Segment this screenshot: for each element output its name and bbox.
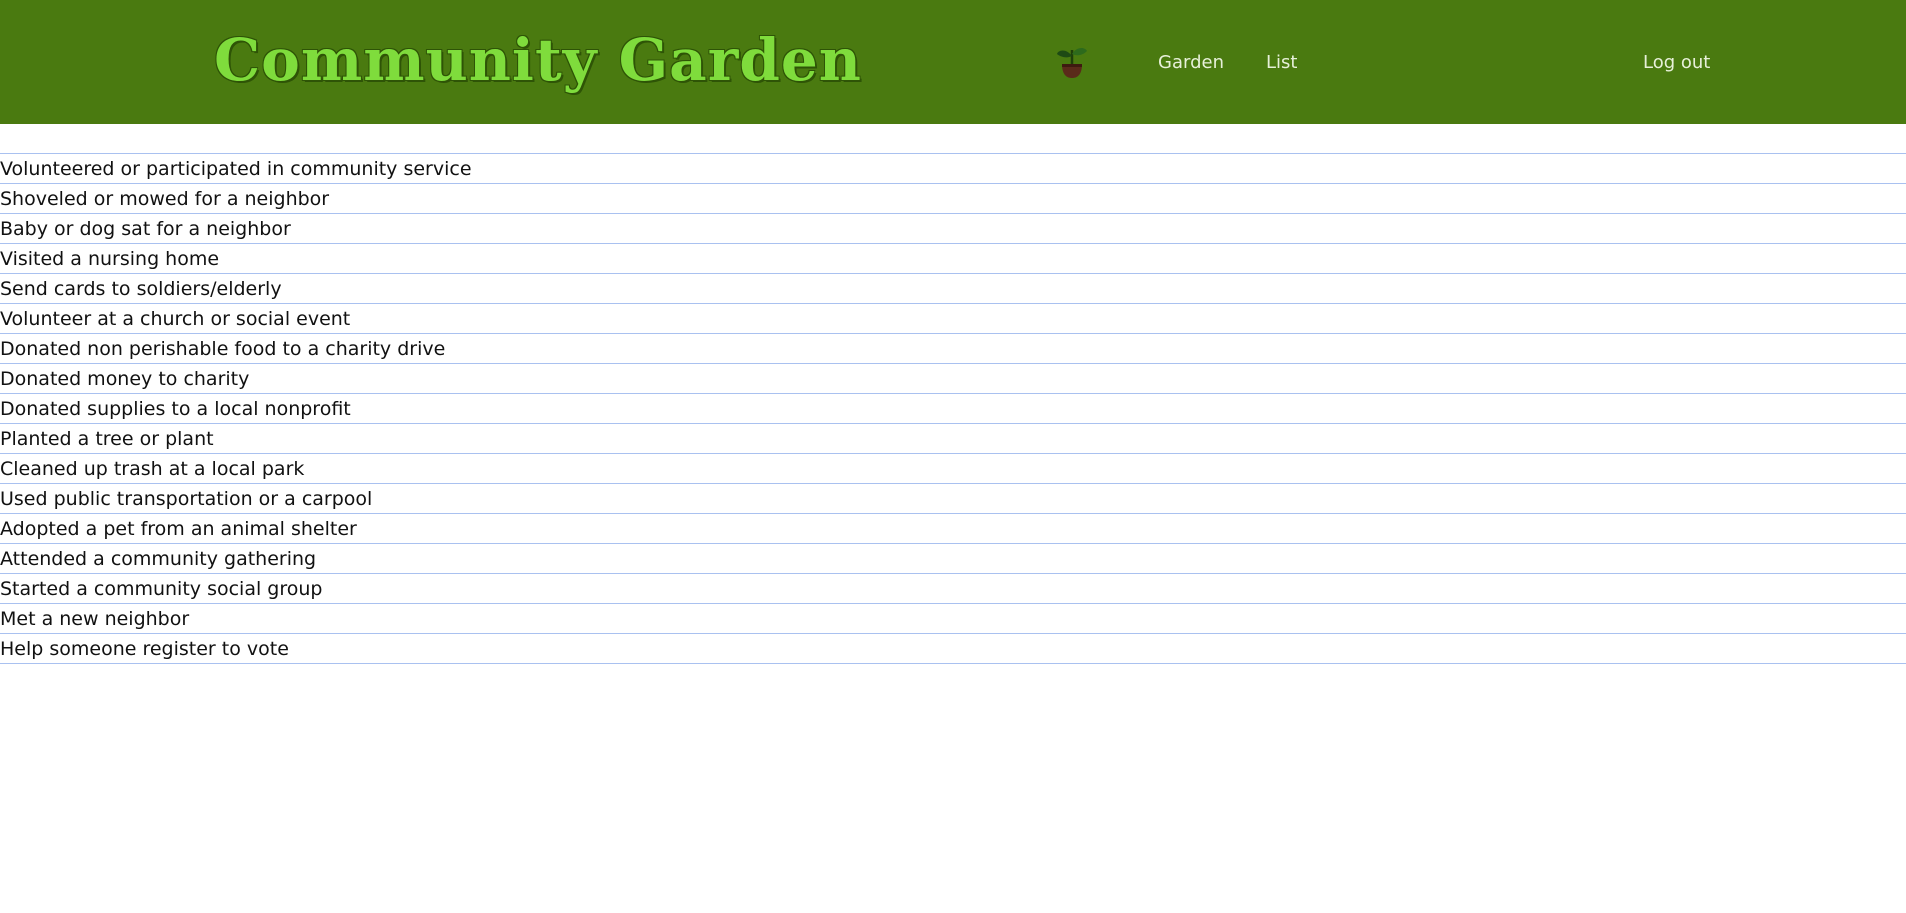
- list-item[interactable]: Donated non perishable food to a charity…: [0, 334, 1906, 364]
- list-item[interactable]: Attended a community gathering: [0, 544, 1906, 574]
- list-item[interactable]: Used public transportation or a carpool: [0, 484, 1906, 514]
- list-item[interactable]: Shoveled or mowed for a neighbor: [0, 184, 1906, 214]
- list-item[interactable]: Volunteered or participated in community…: [0, 154, 1906, 184]
- list-item[interactable]: Adopted a pet from an animal shelter: [0, 514, 1906, 544]
- logout-link[interactable]: Log out: [1643, 52, 1710, 73]
- good-deeds-list: Volunteered or participated in community…: [0, 153, 1906, 664]
- list-item[interactable]: Planted a tree or plant: [0, 424, 1906, 454]
- list-item[interactable]: Donated money to charity: [0, 364, 1906, 394]
- list-item[interactable]: Visited a nursing home: [0, 244, 1906, 274]
- sprout-pot-icon: [1057, 47, 1087, 78]
- top-header: Community Garden Garden List Log out: [0, 0, 1906, 124]
- nav-list-link[interactable]: List: [1266, 52, 1297, 73]
- list-item[interactable]: Started a community social group: [0, 574, 1906, 604]
- list-item[interactable]: Donated supplies to a local nonprofit: [0, 394, 1906, 424]
- list-item[interactable]: Baby or dog sat for a neighbor: [0, 214, 1906, 244]
- site-logo[interactable]: Community Garden: [214, 26, 862, 94]
- list-item[interactable]: Volunteer at a church or social event: [0, 304, 1906, 334]
- nav-garden-link[interactable]: Garden: [1158, 52, 1224, 73]
- list-item[interactable]: Met a new neighbor: [0, 604, 1906, 634]
- list-item[interactable]: Help someone register to vote: [0, 634, 1906, 664]
- list-item[interactable]: Cleaned up trash at a local park: [0, 454, 1906, 484]
- list-item[interactable]: Send cards to soldiers/elderly: [0, 274, 1906, 304]
